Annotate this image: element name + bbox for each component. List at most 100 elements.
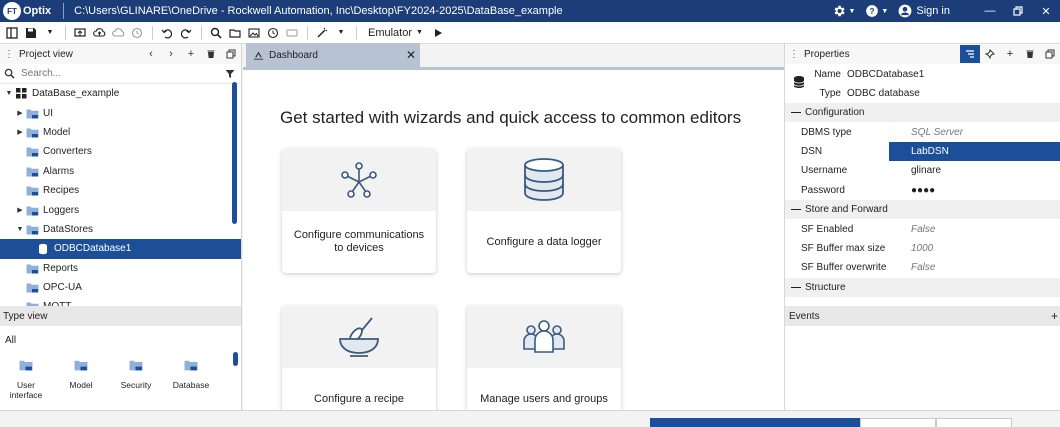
card-configure-data-logger[interactable]: Configure a data logger xyxy=(467,149,621,273)
properties-pin-button[interactable] xyxy=(980,45,1000,63)
tab-dashboard[interactable]: Dashboard ✕ xyxy=(246,43,420,67)
tree-item[interactable]: MQTT xyxy=(0,297,241,306)
folder-icon xyxy=(129,358,143,374)
project-search-input[interactable] xyxy=(21,68,225,79)
delete-property-button[interactable] xyxy=(1020,45,1040,63)
save-button[interactable] xyxy=(22,24,40,42)
filter-icon[interactable] xyxy=(225,69,235,79)
tree-item[interactable]: Reports xyxy=(0,259,241,278)
restore-button[interactable] xyxy=(1004,0,1032,22)
find-button[interactable] xyxy=(207,24,225,42)
history-button[interactable] xyxy=(128,24,146,42)
type-database[interactable]: Database xyxy=(165,358,217,400)
project-tree-scrollbar[interactable] xyxy=(232,82,237,224)
name-value[interactable]: ODBCDatabase1 xyxy=(847,69,924,80)
chevron-down-icon[interactable]: ▼ xyxy=(4,90,14,97)
save-options-button[interactable]: ▼ xyxy=(41,24,59,42)
property-key: DBMS type xyxy=(801,126,852,138)
sign-in-button[interactable]: Sign in xyxy=(898,4,950,18)
datetime-button[interactable] xyxy=(264,24,282,42)
card-manage-users[interactable]: Manage users and groups xyxy=(467,306,621,427)
add-property-button[interactable]: + xyxy=(1000,45,1020,63)
type-filter-all[interactable]: All xyxy=(5,335,16,346)
copy-property-button[interactable] xyxy=(1040,45,1060,63)
type-user-interface[interactable]: User interface xyxy=(0,358,52,400)
tree-item[interactable]: ▶ Model xyxy=(0,123,241,142)
run-button[interactable] xyxy=(429,24,447,42)
close-window-button[interactable]: ✕ xyxy=(1032,0,1060,22)
tree-item[interactable]: OPC-UA xyxy=(0,278,241,297)
search-icon xyxy=(4,68,15,79)
tree-item[interactable]: Converters xyxy=(0,142,241,161)
cloud-download-button[interactable] xyxy=(109,24,127,42)
help-menu-button[interactable]: ? ▼ xyxy=(865,4,888,18)
collapse-icon[interactable]: — xyxy=(791,204,805,215)
add-event-button[interactable]: + xyxy=(1051,309,1058,323)
bottom-action-1[interactable] xyxy=(650,418,712,427)
property-section[interactable]: — Store and Forward xyxy=(785,199,1060,220)
tree-item[interactable]: ▼ DataStores xyxy=(0,220,241,239)
redo-button[interactable] xyxy=(177,24,195,42)
build-options-button[interactable]: ▼ xyxy=(332,24,350,42)
bottom-action-3[interactable] xyxy=(782,418,860,427)
tree-item[interactable]: ▶ Loggers xyxy=(0,200,241,219)
tree-item[interactable]: ODBCDatabase1 xyxy=(0,239,241,259)
drag-handle-icon[interactable]: ⋮ xyxy=(4,49,14,60)
chevron-right-icon[interactable]: ▶ xyxy=(15,206,25,214)
copy-button[interactable] xyxy=(221,49,241,59)
bottom-action-2[interactable] xyxy=(712,418,782,427)
tree-item[interactable]: ▶ UI xyxy=(0,103,241,122)
minimize-button[interactable]: — xyxy=(976,0,1004,22)
folder-icon xyxy=(229,28,241,38)
card-configure-communications[interactable]: Configure communications to devices xyxy=(282,149,436,273)
collapse-icon[interactable]: — xyxy=(791,107,805,118)
property-value[interactable]: glinare xyxy=(889,161,1060,180)
history-icon xyxy=(131,27,143,38)
deploy-button[interactable] xyxy=(71,24,89,42)
property-value[interactable]: False xyxy=(889,258,1060,277)
nav-forward-button[interactable]: › xyxy=(161,48,181,60)
chevron-right-icon[interactable]: ▶ xyxy=(15,109,25,117)
undo-button[interactable] xyxy=(158,24,176,42)
open-folder-button[interactable] xyxy=(226,24,244,42)
bottom-action-5[interactable] xyxy=(936,418,1012,427)
build-button[interactable] xyxy=(313,24,331,42)
cloud-download-icon xyxy=(111,27,124,37)
drag-handle-icon[interactable]: ⋮ xyxy=(789,49,799,60)
type-model[interactable]: Model xyxy=(55,358,107,400)
property-value[interactable]: False xyxy=(889,219,1060,238)
delete-button[interactable] xyxy=(201,49,221,59)
property-section[interactable]: — Configuration xyxy=(785,103,1060,123)
type-view-scrollbar[interactable] xyxy=(233,352,238,366)
close-tab-button[interactable]: ✕ xyxy=(402,48,420,62)
image-button[interactable] xyxy=(245,24,263,42)
add-button[interactable]: + xyxy=(181,48,201,60)
tree-item[interactable]: Recipes xyxy=(0,181,241,200)
clock-icon xyxy=(267,27,279,38)
property-value[interactable]: LabDSN xyxy=(889,141,1060,162)
property-value[interactable]: 1000 xyxy=(889,239,1060,258)
property-value[interactable]: SQL Server xyxy=(889,122,1060,141)
properties-filter-button[interactable] xyxy=(960,45,980,63)
bottom-action-4[interactable] xyxy=(860,418,936,427)
property-value[interactable]: ●●●● xyxy=(889,181,1060,200)
type-item-label: User interface xyxy=(9,380,43,400)
tree-item[interactable]: Alarms xyxy=(0,162,241,181)
property-section[interactable]: — Structure xyxy=(785,277,1060,297)
type-security[interactable]: Security xyxy=(110,358,162,400)
property-row: SF Buffer max size 1000 xyxy=(785,239,1060,258)
chevron-right-icon[interactable]: ▶ xyxy=(15,128,25,136)
card-configure-recipe[interactable]: Configure a recipe xyxy=(282,306,436,427)
tree-item[interactable]: ▼ DataBase_example xyxy=(0,84,241,103)
chevron-down-icon[interactable]: ▼ xyxy=(15,226,25,233)
property-grid: — Configuration DBMS type SQL Server DSN LabD… xyxy=(785,103,1060,297)
project-menu-button[interactable] xyxy=(3,24,21,42)
emulator-dropdown[interactable]: Emulator ▼ xyxy=(368,27,423,39)
cloud-upload-button[interactable] xyxy=(90,24,108,42)
keyboard-button[interactable] xyxy=(283,24,301,42)
collapse-icon[interactable]: — xyxy=(791,282,805,293)
nav-back-button[interactable]: ‹ xyxy=(141,48,161,60)
project-view-title: Project view xyxy=(19,48,73,60)
settings-menu-button[interactable]: ▼ xyxy=(832,4,855,18)
bottom-bar xyxy=(0,410,1060,427)
